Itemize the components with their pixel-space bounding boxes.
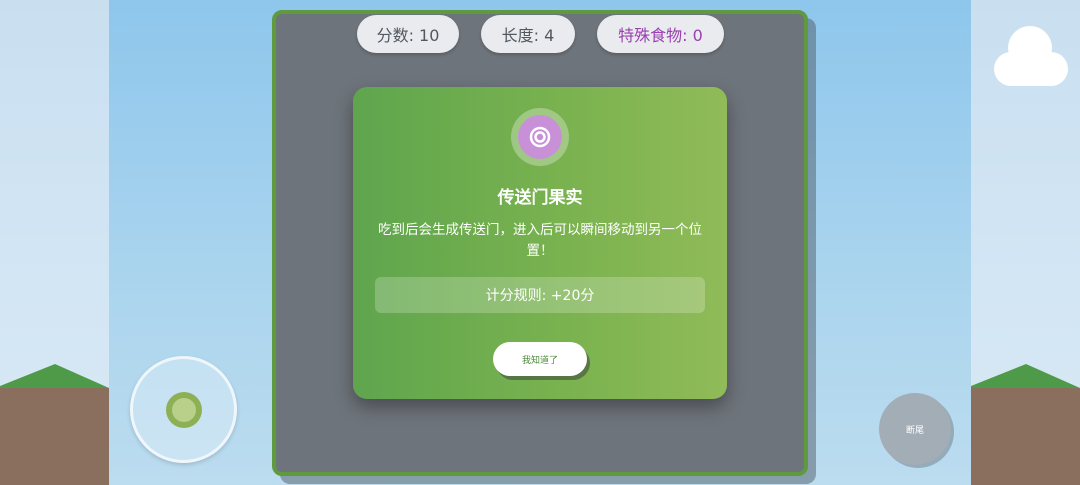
dialog-description: 吃到后会生成传送门，进入后可以瞬间移动到另一个位置！ [378, 222, 702, 259]
score-badge: 分数: 10 [357, 15, 459, 53]
portal-icon [511, 108, 569, 166]
dialog-title: 传送门果实 [497, 188, 583, 208]
special-food-badge: 特殊食物: 0 [597, 15, 724, 53]
cloud-icon [994, 26, 1068, 86]
food-info-dialog: 传送门果实 吃到后会生成传送门，进入后可以瞬间移动到另一个位置！ 计分规则: +… [353, 87, 727, 399]
left-sky-panel [0, 0, 109, 485]
ground-left [0, 388, 109, 485]
joystick-knob[interactable] [166, 392, 202, 428]
confirm-button[interactable]: 我知道了 [493, 342, 587, 376]
right-sky-panel [971, 0, 1080, 485]
cut-tail-button[interactable]: 断尾 [879, 393, 951, 465]
score-rule: 计分规则: +20分 [375, 277, 705, 313]
joystick[interactable] [130, 356, 237, 463]
ground-right [971, 388, 1080, 485]
length-badge: 长度: 4 [481, 15, 575, 53]
hud-stats: 分数: 10 长度: 4 特殊食物: 0 [357, 15, 724, 53]
